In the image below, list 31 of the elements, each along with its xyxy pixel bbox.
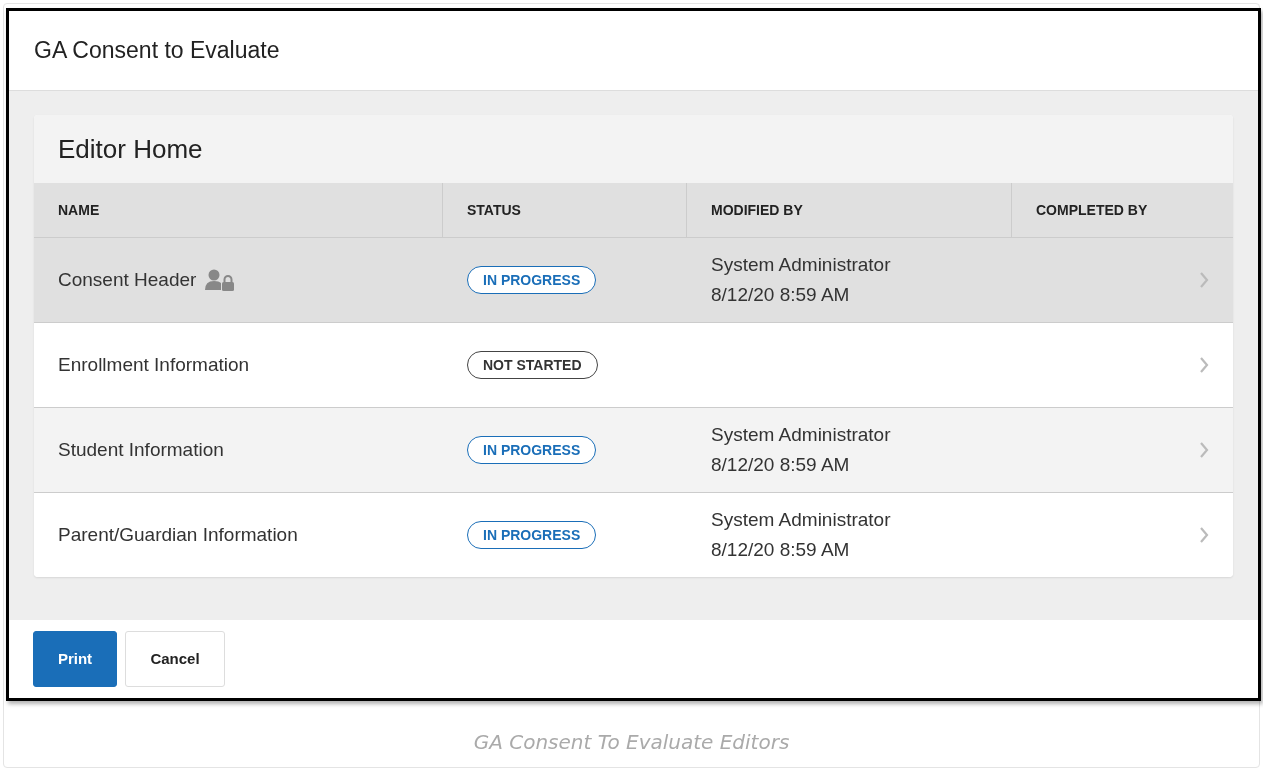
modifier-name: System Administrator (711, 507, 891, 532)
column-header: STATUS (467, 200, 521, 220)
column-header: MODIFIED BY (711, 200, 803, 220)
table-row[interactable]: Consent Header IN PROGRESS System Administrator 8/12/20 8:59 AM (34, 238, 1233, 323)
chevron-right-icon (1199, 441, 1209, 459)
figure-caption: GA Consent To Evaluate Editors (472, 729, 791, 756)
modifier-name: System Administrator (711, 422, 891, 447)
column-header: NAME (58, 200, 100, 220)
modified-time: 8/12/20 8:59 AM (711, 538, 851, 562)
table-row[interactable]: Student Information IN PROGRESS System Administrator 8/12/20 8:59 AM (34, 408, 1233, 493)
row-name: Consent Header (58, 267, 197, 292)
window-title: GA Consent to Evaluate (34, 36, 280, 66)
status-badge: NOT STARTED (467, 350, 598, 380)
modified-time: 8/12/20 8:59 AM (711, 453, 851, 477)
table-row[interactable]: Parent/Guardian Information IN PROGRESS System Administrator 8/12/20 8:59 AM (34, 493, 1233, 577)
column-header: COMPLETED BY (1036, 200, 1148, 220)
modified-time: 8/12/20 8:59 AM (711, 283, 851, 307)
modifier-name: System Administrator (711, 252, 891, 277)
status-badge: IN PROGRESS (467, 435, 597, 465)
cancel-button[interactable]: Cancel (125, 631, 225, 687)
chevron-right-icon (1199, 356, 1209, 374)
row-name: Enrollment Information (58, 352, 250, 377)
status-badge: IN PROGRESS (467, 265, 597, 295)
status-badge: IN PROGRESS (467, 520, 597, 550)
panel-title: Editor Home (58, 132, 203, 166)
row-name: Parent/Guardian Information (58, 522, 298, 547)
table-row[interactable]: Enrollment Information NOT STARTED (34, 323, 1233, 408)
chevron-right-icon (1199, 526, 1209, 544)
chevron-right-icon (1199, 271, 1209, 289)
row-name: Student Information (58, 437, 224, 462)
print-button[interactable]: Print (33, 631, 117, 687)
